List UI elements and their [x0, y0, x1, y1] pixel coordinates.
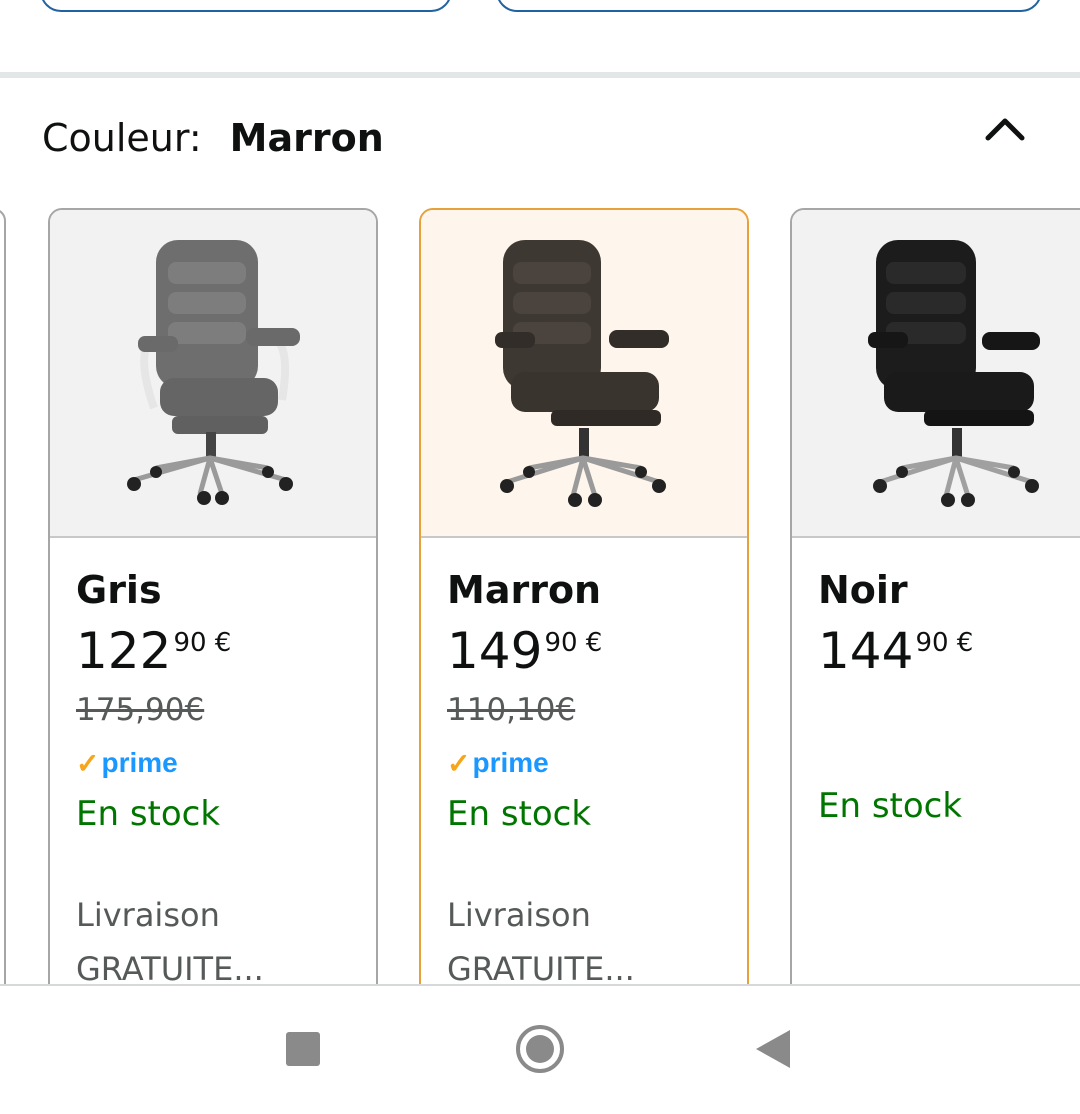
top-left-button[interactable] [40, 0, 452, 12]
color-name: Gris [76, 568, 162, 612]
top-action-buttons [0, 0, 1080, 72]
price-fraction: 90 € [915, 628, 974, 658]
product-image [421, 210, 747, 538]
list-price: 175,90€ [76, 692, 205, 728]
circle-home-icon[interactable] [516, 1025, 564, 1073]
prime-badge: ✓ prime [447, 746, 747, 780]
prime-badge: ✓ prime [76, 746, 376, 780]
chair-image-brown [495, 240, 669, 507]
price: 149 90 € [447, 620, 747, 682]
delivery-info: Livraison GRATUITE... [76, 888, 376, 986]
color-variation-header: Couleur: Marron [42, 108, 384, 168]
color-card-gris[interactable]: Gris 122 90 € 175,90€ ✓ prime En stock L… [48, 208, 378, 986]
color-card-marron[interactable]: Marron 149 90 € 110,10€ ✓ prime En stock… [419, 208, 749, 986]
selected-color-value: Marron [229, 116, 384, 160]
price-whole: 144 [818, 622, 914, 680]
chevron-up-icon[interactable] [980, 104, 1030, 154]
chair-image-black [868, 240, 1040, 507]
delivery-line-1: Livraison [447, 896, 591, 934]
color-label: Couleur: [42, 116, 202, 160]
price-whole: 149 [447, 622, 543, 680]
product-image [792, 210, 1080, 538]
price: 144 90 € [818, 620, 1080, 682]
top-right-button[interactable] [496, 0, 1042, 12]
triangle-back-icon[interactable] [756, 1030, 790, 1068]
section-divider [0, 72, 1080, 78]
chair-image-grey [127, 240, 300, 505]
delivery-line-2: GRATUITE... [447, 950, 635, 986]
color-name: Marron [447, 568, 602, 612]
color-card-noir[interactable]: Noir 144 90 € En stock [790, 208, 1080, 986]
price-fraction: 90 € [544, 628, 603, 658]
delivery-line-2: GRATUITE... [76, 950, 264, 986]
product-image [50, 210, 376, 538]
delivery-info: Livraison GRATUITE... [447, 888, 747, 986]
list-price: 110,10€ [447, 692, 576, 728]
prime-label: prime [472, 747, 549, 778]
prime-label: prime [101, 747, 178, 778]
price-whole: 122 [76, 622, 172, 680]
system-navigation-bar [0, 986, 1080, 1114]
price-fraction: 90 € [173, 628, 232, 658]
stock-status: En stock [818, 786, 963, 826]
square-icon[interactable] [286, 1032, 320, 1066]
prime-check-icon: ✓ [447, 747, 471, 779]
color-swatch-carousel[interactable]: Gris 122 90 € 175,90€ ✓ prime En stock L… [0, 208, 1080, 986]
price: 122 90 € [76, 620, 376, 682]
delivery-line-1: Livraison [76, 896, 220, 934]
color-name: Noir [818, 568, 908, 612]
stock-status: En stock [76, 794, 221, 834]
previous-card-edge[interactable] [0, 208, 6, 986]
stock-status: En stock [447, 794, 592, 834]
prime-check-icon: ✓ [76, 747, 100, 779]
